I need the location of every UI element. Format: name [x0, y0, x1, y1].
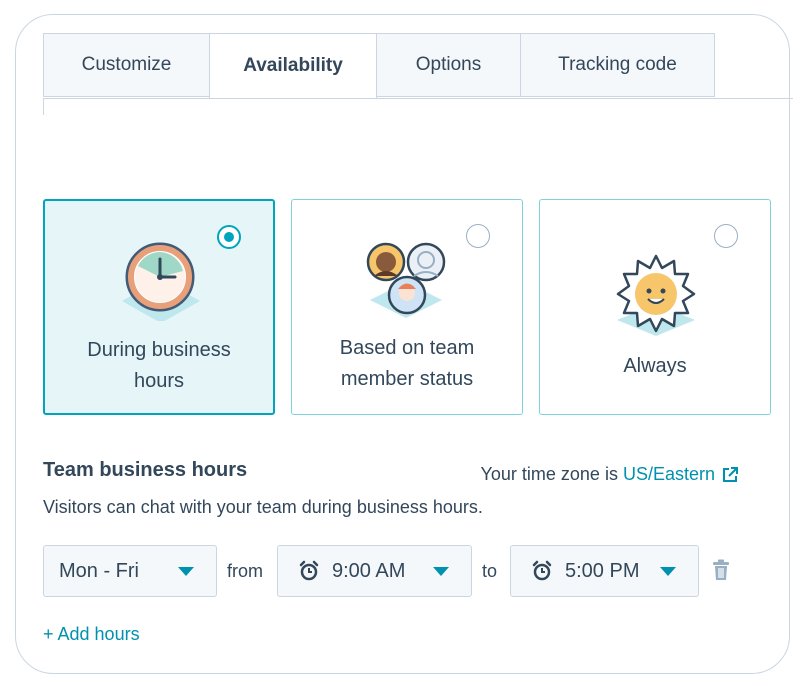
- option-label: Based on team member status: [292, 333, 522, 395]
- option-team-status-card[interactable]: Based on team member status: [291, 199, 523, 415]
- option-label-line: Based on team: [339, 337, 475, 359]
- option-business-hours-card[interactable]: During business hours: [43, 199, 275, 415]
- to-label: to: [482, 561, 498, 581]
- tab-availability[interactable]: Availability: [209, 33, 377, 99]
- days-select[interactable]: Mon - Fri: [43, 545, 217, 597]
- from-label: from: [227, 561, 263, 581]
- days-value: Mon - Fri: [59, 559, 139, 582]
- chevron-down-icon: [433, 567, 449, 576]
- end-time-select[interactable]: 5:00 PM: [510, 545, 699, 597]
- alarm-clock-icon: [299, 560, 319, 581]
- timezone-link[interactable]: US/Eastern: [623, 464, 715, 485]
- tab-tracking-code[interactable]: Tracking code: [520, 33, 715, 97]
- start-time-value: 9:00 AM: [332, 559, 406, 582]
- radio-business-hours[interactable]: [217, 225, 241, 249]
- alarm-clock-icon: [532, 560, 552, 581]
- section-description: Visitors can chat with your team during …: [43, 497, 483, 517]
- option-label-line: During business: [87, 339, 231, 361]
- end-time-value: 5:00 PM: [565, 559, 640, 582]
- radio-team-status[interactable]: [466, 224, 490, 248]
- tab-options[interactable]: Options: [376, 33, 521, 97]
- tab-content-edge: [43, 99, 44, 115]
- clock-icon: [122, 242, 200, 321]
- option-label: During business hours: [45, 335, 273, 397]
- option-label-line: member status: [340, 368, 474, 390]
- option-label: Always: [540, 351, 770, 382]
- tab-customize[interactable]: Customize: [43, 33, 210, 97]
- team-avatars-icon: [366, 242, 446, 318]
- tab-label: Tracking code: [558, 54, 677, 75]
- tab-label: Options: [415, 54, 482, 75]
- external-link-icon[interactable]: [721, 466, 739, 484]
- option-always-card[interactable]: Always: [539, 199, 771, 415]
- add-hours-link[interactable]: + Add hours: [43, 624, 140, 645]
- option-label-line: hours: [133, 370, 185, 392]
- timezone-line: Your time zone is US/Eastern: [481, 464, 739, 485]
- timezone-prefix: Your time zone is: [480, 464, 618, 484]
- section-title: Team business hours: [43, 459, 248, 481]
- trash-icon[interactable]: [711, 559, 731, 581]
- tab-label: Availability: [243, 55, 343, 76]
- radio-always[interactable]: [714, 224, 738, 248]
- sun-icon: [616, 254, 696, 336]
- tab-bar: Customize Availability Options Tracking …: [43, 33, 715, 99]
- tab-divider: [43, 98, 793, 99]
- option-label-line: Always: [623, 355, 687, 377]
- start-time-select[interactable]: 9:00 AM: [277, 545, 472, 597]
- chevron-down-icon: [178, 567, 194, 576]
- chevron-down-icon: [660, 567, 676, 576]
- tab-label: Customize: [81, 54, 172, 75]
